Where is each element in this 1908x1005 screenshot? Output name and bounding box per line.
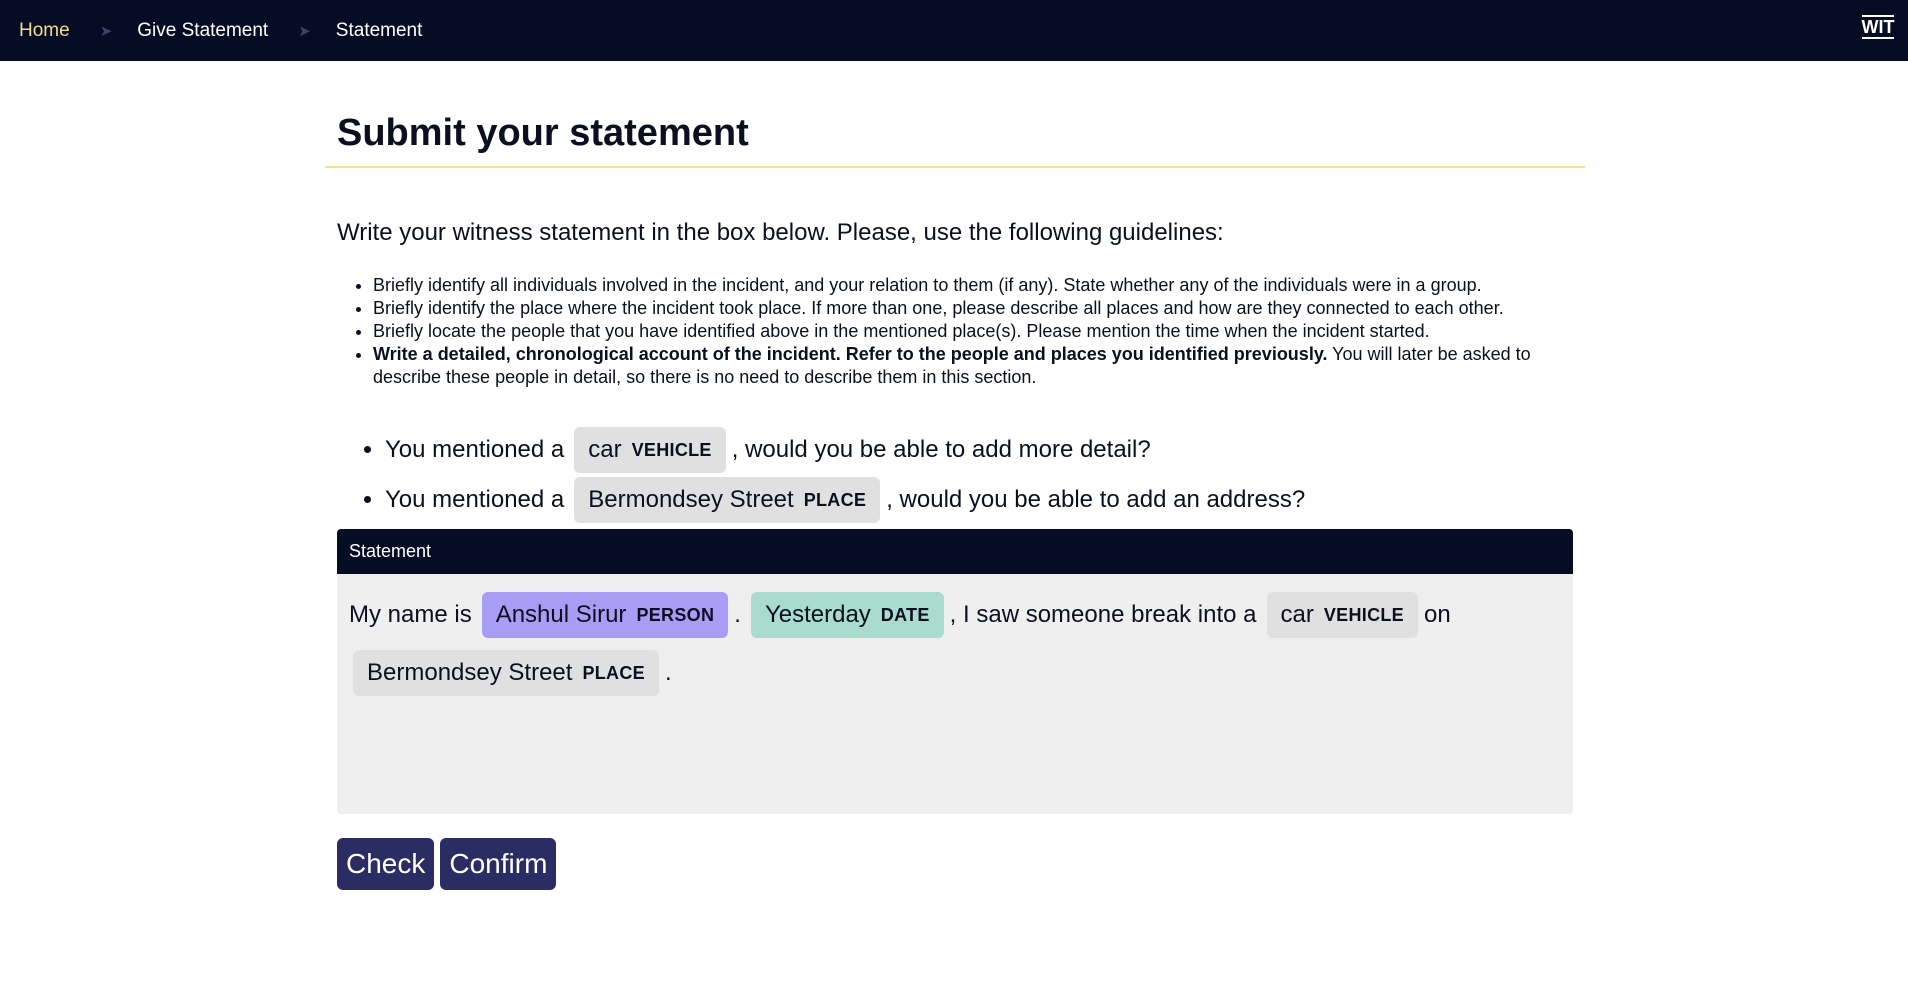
guideline-text: Briefly identify the place where the inc… xyxy=(373,298,1504,318)
page-title: Submit your statement xyxy=(337,112,749,154)
breadcrumb-separator-icon: ➤ xyxy=(298,22,311,40)
guideline-bold-text: Write a detailed, chronological account … xyxy=(373,344,1328,364)
statement-text: . xyxy=(734,601,741,628)
entity-chip-person[interactable]: Anshul Sirur PERSON xyxy=(481,592,729,638)
suggestions-list: You mentioned a car VEHICLE , would you … xyxy=(325,427,1585,523)
statement-line: My name is Anshul Sirur PERSON . Yesterd… xyxy=(349,592,1561,638)
entity-type-label: PLACE xyxy=(582,662,645,683)
entity-text: Yesterday xyxy=(764,601,871,628)
check-button[interactable]: Check xyxy=(337,838,435,890)
entity-type-label: VEHICLE xyxy=(1323,604,1404,625)
suggestion-prefix: You mentioned a xyxy=(385,486,565,513)
breadcrumb-current-page: Statement xyxy=(335,19,423,41)
guideline-item: Briefly identify the place where the inc… xyxy=(373,297,1565,320)
entity-chip-vehicle[interactable]: car VEHICLE xyxy=(1266,592,1418,638)
entity-text: Bermondsey Street xyxy=(367,659,573,686)
statement-line: Bermondsey Street PLACE . xyxy=(349,650,1561,696)
guideline-item: Briefly identify all individuals involve… xyxy=(373,274,1565,297)
top-nav-bar: Home ➤ Give Statement ➤ Statement WIT xyxy=(0,0,1908,61)
entity-type-label: VEHICLE xyxy=(631,440,712,460)
suggestion-suffix: , would you be able to add more detail? xyxy=(731,436,1151,463)
suggestion-item: You mentioned a Bermondsey Street PLACE … xyxy=(385,477,1585,523)
entity-text: car xyxy=(1280,601,1314,628)
confirm-button[interactable]: Confirm xyxy=(440,838,557,890)
guideline-item: Briefly locate the people that you have … xyxy=(373,320,1565,343)
logo-bottom-rule xyxy=(1862,37,1894,39)
breadcrumb-give-statement-link[interactable]: Give Statement xyxy=(137,20,268,42)
statement-text: , I saw someone break into a xyxy=(949,601,1257,628)
entity-chip-vehicle[interactable]: car VEHICLE xyxy=(574,427,726,473)
suggestion-prefix: You mentioned a xyxy=(385,436,565,463)
breadcrumb-home-link[interactable]: Home xyxy=(19,20,70,42)
entity-text: Bermondsey Street xyxy=(588,486,794,513)
main-content: Submit your statement Write your witness… xyxy=(325,61,1585,890)
guidelines-list: Briefly identify all individuals involve… xyxy=(325,274,1565,389)
entity-type-label: DATE xyxy=(880,604,930,625)
wit-logo[interactable]: WIT xyxy=(1861,15,1895,45)
guideline-text: Briefly locate the people that you have … xyxy=(373,321,1430,341)
entity-type-label: PLACE xyxy=(803,490,867,510)
suggestion-suffix: , would you be able to add an address? xyxy=(886,486,1306,513)
statement-text: . xyxy=(664,659,672,686)
entity-chip-date[interactable]: Yesterday DATE xyxy=(750,592,944,638)
entity-text: car xyxy=(588,436,622,463)
logo-text: WIT xyxy=(1861,17,1895,37)
intro-text: Write your witness statement in the box … xyxy=(337,219,1224,246)
breadcrumb-separator-icon: ➤ xyxy=(99,22,113,40)
statement-text: My name is xyxy=(349,601,472,628)
title-divider xyxy=(325,166,1585,168)
breadcrumb: Home ➤ Give Statement ➤ Statement xyxy=(0,20,422,42)
guideline-item: Write a detailed, chronological account … xyxy=(373,343,1565,389)
statement-text: on xyxy=(1423,601,1451,628)
suggestion-item: You mentioned a car VEHICLE , would you … xyxy=(385,427,1585,473)
action-buttons: Check Confirm xyxy=(337,838,1585,890)
entity-chip-place[interactable]: Bermondsey Street PLACE xyxy=(353,650,659,696)
statement-panel-header: Statement xyxy=(337,529,1573,574)
guideline-text: Briefly identify all individuals involve… xyxy=(373,275,1482,295)
entity-text: Anshul Sirur xyxy=(495,601,627,628)
entity-type-label: PERSON xyxy=(636,604,715,625)
statement-editor[interactable]: My name is Anshul Sirur PERSON . Yesterd… xyxy=(337,574,1573,814)
statement-panel: Statement My name is Anshul Sirur PERSON… xyxy=(337,529,1573,814)
entity-chip-place[interactable]: Bermondsey Street PLACE xyxy=(574,477,881,523)
